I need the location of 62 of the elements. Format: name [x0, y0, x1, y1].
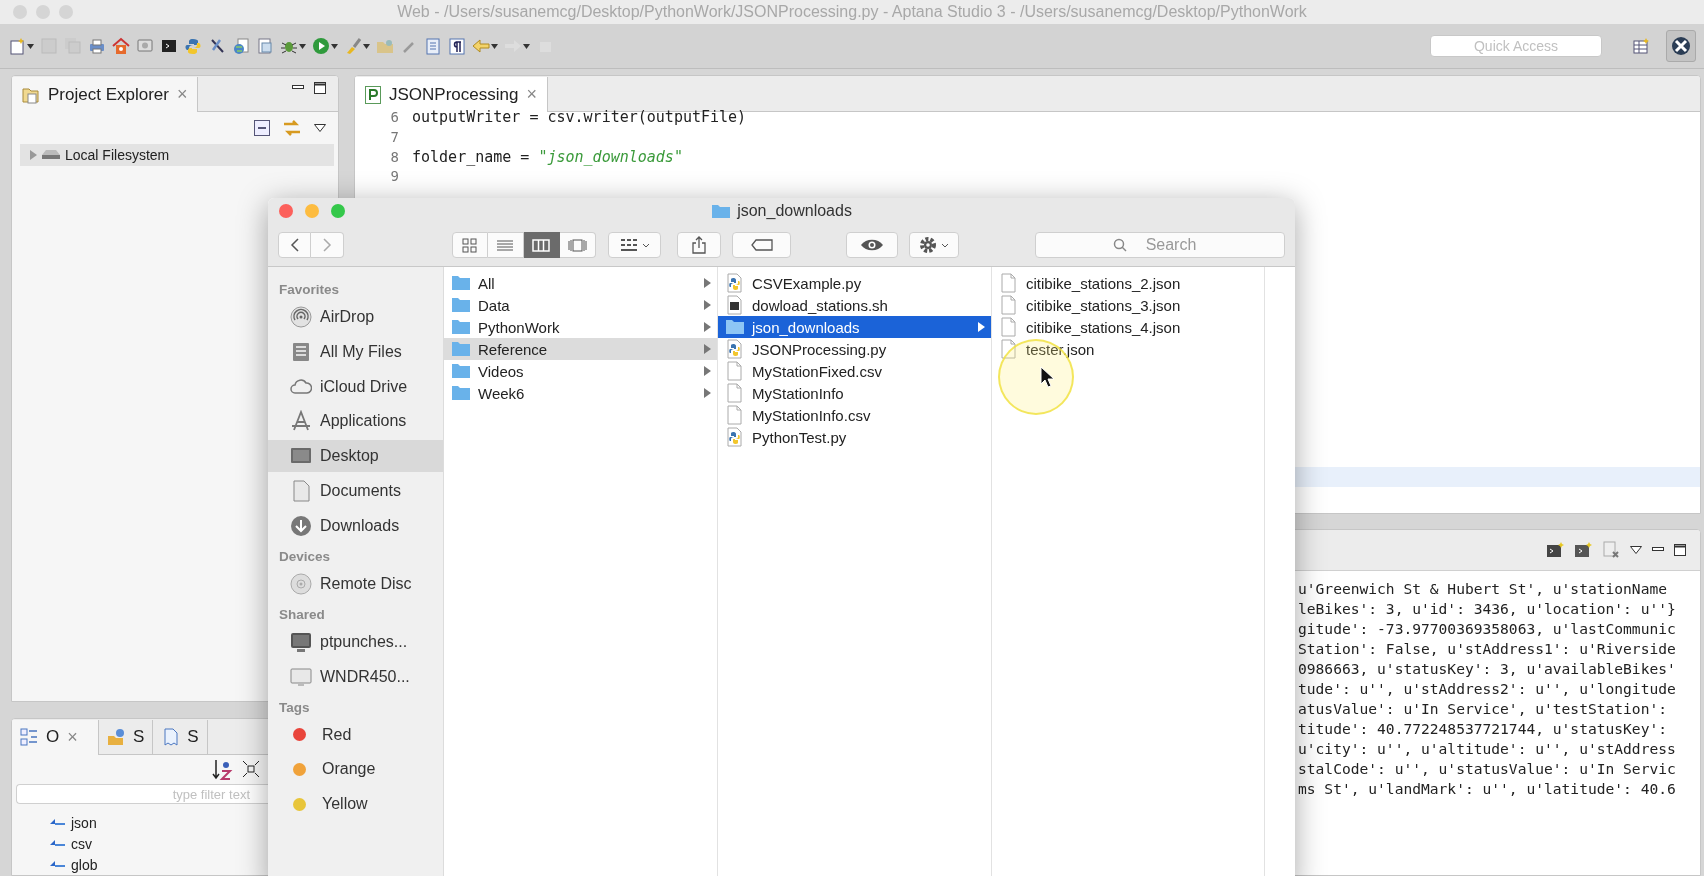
file-row[interactable]: Reference: [444, 338, 717, 360]
quick-access-field[interactable]: Quick Access: [1430, 35, 1602, 57]
file-row[interactable]: citibike_stations_2.json: [992, 272, 1264, 294]
file-row[interactable]: All: [444, 272, 717, 294]
panel-tab[interactable]: Project Explorer ×: [12, 77, 199, 112]
outline-item[interactable]: csv: [71, 835, 92, 852]
sidebar-item[interactable]: AirDrop: [268, 301, 443, 333]
console-output-line: atusValue': u'In Service', u'testStation':: [1298, 699, 1669, 719]
line-number: 7: [389, 127, 400, 147]
console-output-line: u'city': u'', u'altitude': u'', u'stAddress: [1298, 739, 1677, 759]
console-output-line: u'Greenwich St & Hubert St', u'stationName: [1298, 579, 1669, 599]
file-row[interactable]: Videos: [444, 360, 717, 382]
sidebar-item[interactable]: Yellow: [268, 788, 443, 821]
tree-item[interactable]: Local Filesystem: [20, 144, 334, 166]
file-row[interactable]: json_downloads: [718, 316, 991, 338]
sidebar-item[interactable]: iCloud Drive: [268, 370, 443, 403]
sidebar-item[interactable]: Applications: [268, 405, 443, 438]
file-row[interactable]: dowload_stations.sh: [718, 294, 991, 316]
file-row[interactable]: Week6: [444, 382, 717, 404]
console-output-line: stalCode': u'', u'statusValue': u'In Servic: [1298, 759, 1677, 779]
sidebar-item[interactable]: WNDR450...: [268, 660, 443, 693]
section-heading: Devices: [278, 547, 332, 566]
outline-item[interactable]: json: [71, 815, 97, 832]
sidebar-item[interactable]: All My Files: [268, 335, 443, 368]
file-row[interactable]: CSVExample.py: [718, 272, 991, 294]
file-row[interactable]: Data: [444, 294, 717, 316]
window-title: Web - /Users/susanemcg/Desktop/PythonWork/JSONProcessing.py - Aptana Studio 3 - /Users/susanemcg/Desktop/PythonWork: [397, 3, 1307, 21]
console-output-line: ms St', u'landMark': u'', u'latitude': 40.6: [1298, 779, 1677, 799]
console-output-line: leBikes': 3, u'id': 3436, u'location': u''}: [1298, 599, 1677, 619]
sidebar-item[interactable]: ptpunches...: [268, 625, 443, 658]
code-line: folder_name = "json_downloads": [412, 147, 683, 168]
outline-item[interactable]: glob: [71, 856, 98, 873]
console-output-line: tude': u'', u'stAddress2': u'', u'longitude: [1298, 679, 1677, 699]
section-heading: Tags: [278, 698, 311, 717]
search-field[interactable]: Search: [1035, 232, 1285, 258]
filter-field[interactable]: type filter text: [16, 784, 268, 804]
panel-tab[interactable]: O ×: [12, 719, 99, 755]
line-number: 8: [389, 147, 400, 167]
sidebar-item[interactable]: Downloads: [268, 509, 443, 542]
window-title: json_downloads: [737, 202, 852, 220]
file-row[interactable]: MyStationInfo: [718, 382, 991, 404]
console-output-line: Station': False, u'stAddress1': u'Riverside: [1298, 639, 1677, 659]
sidebar-item[interactable]: Documents: [268, 475, 443, 507]
file-row[interactable]: citibike_stations_4.json: [992, 316, 1264, 338]
line-number: 9: [389, 167, 400, 187]
file-row[interactable]: citibike_stations_3.json: [992, 294, 1264, 316]
sidebar-item[interactable]: Remote Disc: [268, 567, 443, 600]
sidebar-item[interactable]: Red: [268, 718, 443, 751]
section-heading: Favorites: [278, 281, 341, 299]
console-output-line: gitude': -73.97700369358063, u'lastCommunic: [1298, 619, 1677, 639]
sidebar-item[interactable]: Desktop: [268, 440, 443, 473]
file-row[interactable]: MyStationFixed.csv: [718, 360, 991, 382]
panel-tab[interactable]: S: [99, 719, 154, 754]
section-heading: Shared: [278, 605, 326, 624]
file-row[interactable]: JSONProcessing.py: [718, 338, 991, 360]
file-row[interactable]: MyStationInfo.csv: [718, 404, 991, 426]
file-row[interactable]: PythonTest.py: [718, 426, 991, 448]
sidebar-item[interactable]: Orange: [268, 753, 443, 786]
panel-tab[interactable]: S: [153, 719, 208, 754]
console-output-line: 0986663, u'statusKey': 3, u'availableBikes': [1298, 659, 1677, 679]
close-icon[interactable]: ×: [526, 84, 537, 105]
console-output-line: titude': 40.772248537721744, u'statusKey':: [1298, 719, 1669, 739]
